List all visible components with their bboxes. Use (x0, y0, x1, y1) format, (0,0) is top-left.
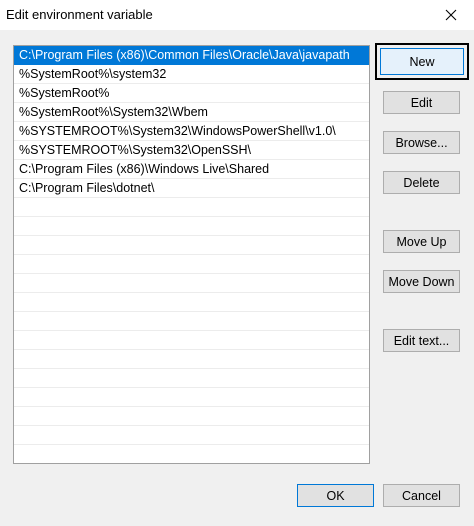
edit-environment-variable-dialog: Edit environment variable C:\Program Fil… (0, 0, 474, 526)
browse-button[interactable]: Browse... (383, 131, 460, 154)
close-icon (445, 9, 457, 21)
empty-row (14, 198, 369, 217)
cancel-button[interactable]: Cancel (383, 484, 460, 507)
delete-button[interactable]: Delete (383, 171, 460, 194)
close-button[interactable] (428, 0, 474, 30)
path-list-item[interactable]: %SystemRoot%\system32 (14, 65, 369, 84)
empty-row (14, 369, 369, 388)
path-list-item[interactable]: C:\Program Files (x86)\Common Files\Orac… (14, 46, 369, 65)
window-title: Edit environment variable (6, 7, 153, 22)
empty-row (14, 293, 369, 312)
empty-row (14, 312, 369, 331)
edit-button-label: Edit (410, 95, 433, 110)
edit-text-button[interactable]: Edit text... (383, 329, 460, 352)
edit-text-button-label: Edit text... (393, 333, 450, 348)
new-button-face: New (380, 48, 464, 75)
path-list-item[interactable]: %SYSTEMROOT%\System32\WindowsPowerShell\… (14, 122, 369, 141)
empty-row (14, 388, 369, 407)
new-button-label: New (409, 54, 435, 69)
new-button[interactable]: New (375, 43, 469, 80)
edit-button[interactable]: Edit (383, 91, 460, 114)
title-bar: Edit environment variable (0, 0, 474, 30)
ok-button-label: OK (326, 488, 345, 503)
empty-row (14, 350, 369, 369)
move-down-button[interactable]: Move Down (383, 270, 460, 293)
path-list-item[interactable]: %SystemRoot%\System32\Wbem (14, 103, 369, 122)
ok-button[interactable]: OK (297, 484, 374, 507)
path-list-item[interactable]: C:\Program Files (x86)\Windows Live\Shar… (14, 160, 369, 179)
path-list-item[interactable]: %SystemRoot% (14, 84, 369, 103)
empty-row (14, 445, 369, 463)
empty-row (14, 331, 369, 350)
empty-row (14, 426, 369, 445)
move-up-button[interactable]: Move Up (383, 230, 460, 253)
path-list-item[interactable]: %SYSTEMROOT%\System32\OpenSSH\ (14, 141, 369, 160)
delete-button-label: Delete (403, 175, 440, 190)
browse-button-label: Browse... (395, 135, 448, 150)
path-list[interactable]: C:\Program Files (x86)\Common Files\Orac… (13, 45, 370, 464)
cancel-button-label: Cancel (402, 488, 441, 503)
empty-row (14, 217, 369, 236)
empty-row (14, 255, 369, 274)
move-down-button-label: Move Down (388, 274, 455, 289)
empty-row (14, 407, 369, 426)
empty-row (14, 274, 369, 293)
empty-row (14, 236, 369, 255)
move-up-button-label: Move Up (396, 234, 447, 249)
path-list-item[interactable]: C:\Program Files\dotnet\ (14, 179, 369, 198)
